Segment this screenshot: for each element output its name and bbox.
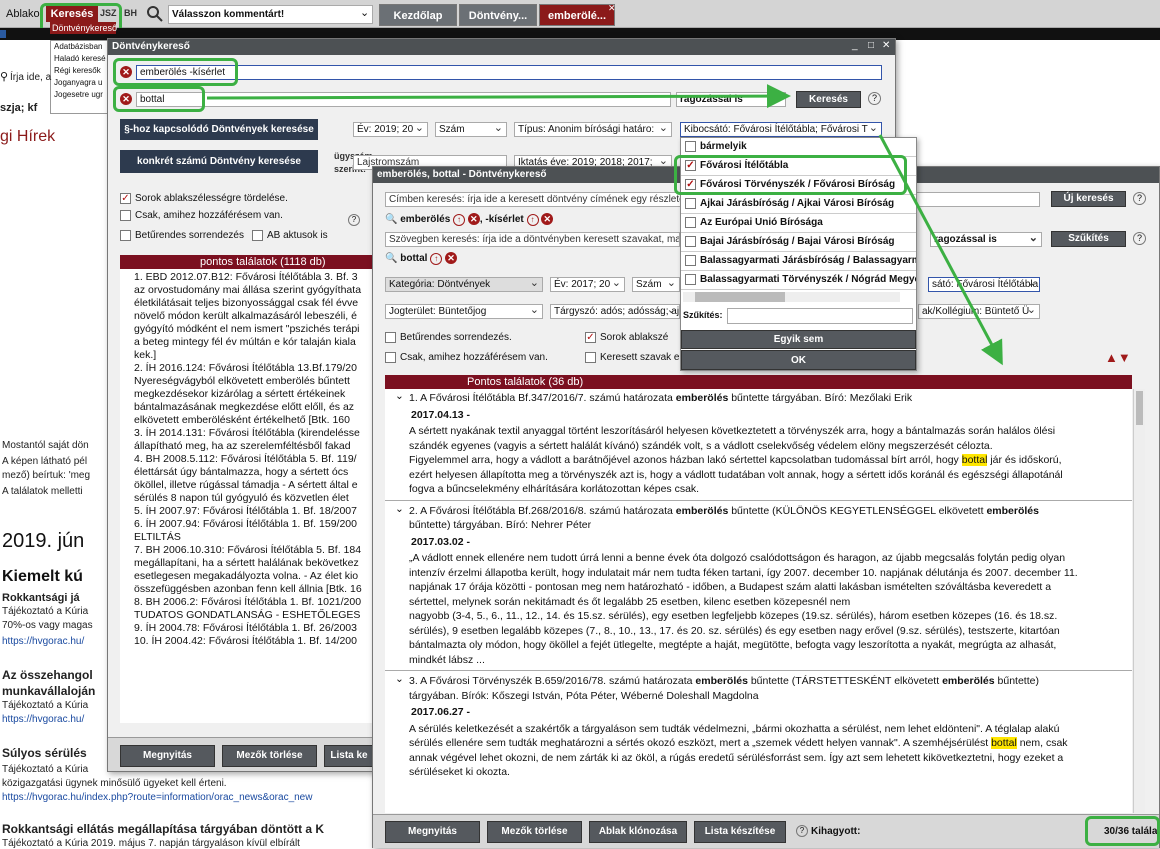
annotation-arrows [206, 84, 1003, 366]
arrow-to-search [206, 84, 791, 109]
arrow-to-results [878, 134, 1003, 366]
